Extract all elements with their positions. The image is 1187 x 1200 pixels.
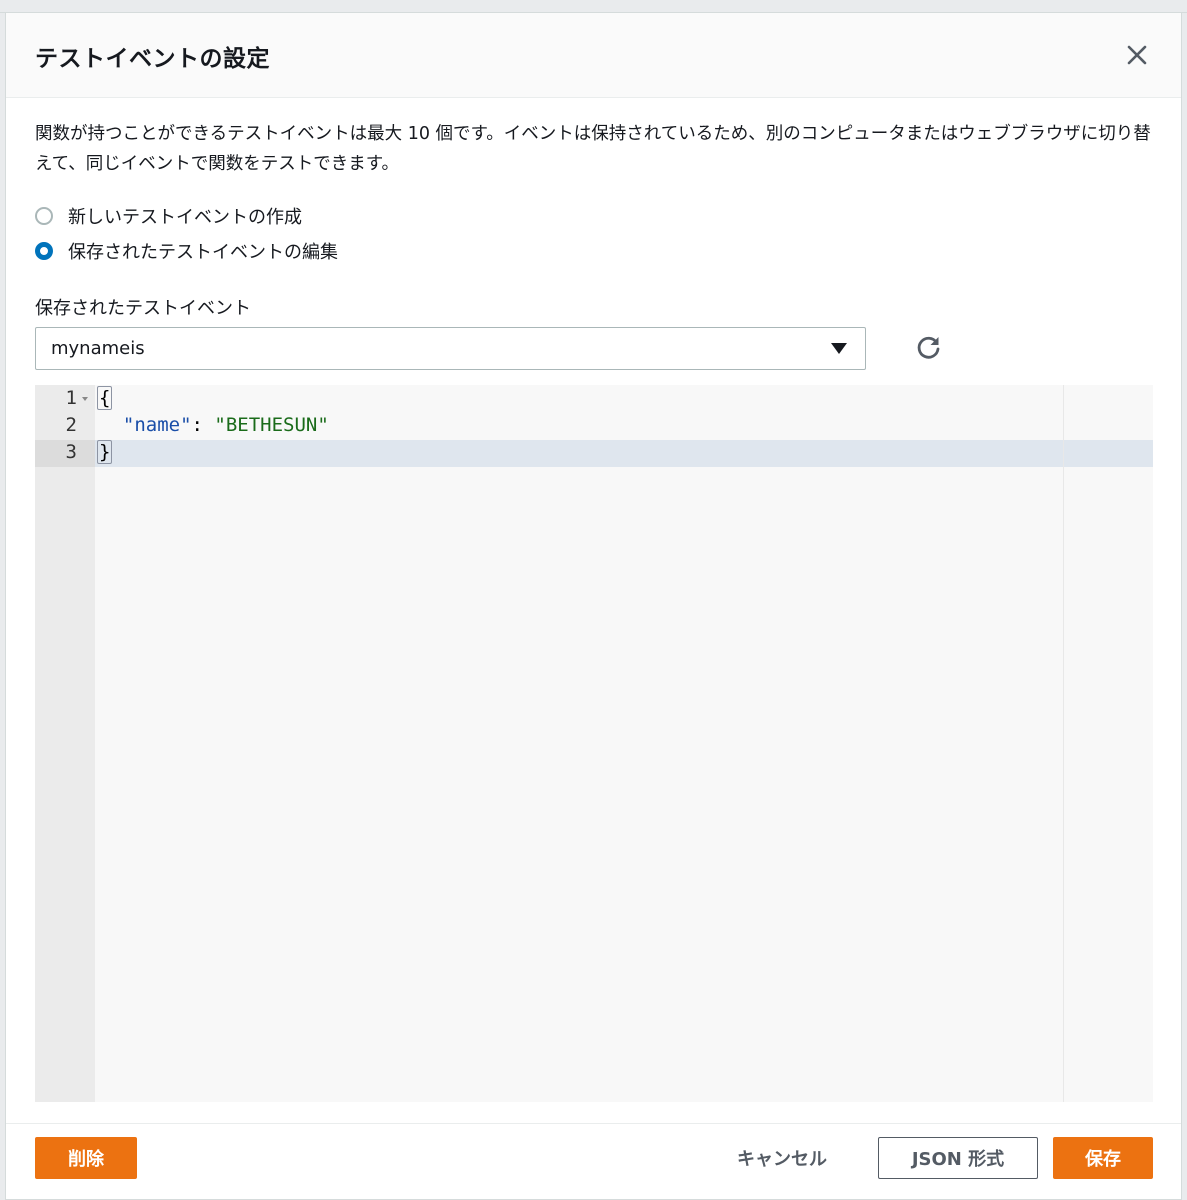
modal-description: 関数が持つことができるテストイベントは最大 10 個です。イベントは保持されてい… [35, 124, 1151, 174]
caret-down-icon [831, 343, 847, 354]
modal-header: テストイベントの設定 [6, 13, 1181, 98]
radio-label-edit-saved: 保存されたテストイベントの編集 [68, 242, 338, 263]
json-key: "name" [122, 414, 192, 436]
selected-event-value: mynameis [51, 338, 145, 359]
editor-gutter [35, 385, 95, 1102]
print-margin [1063, 385, 1064, 1102]
radio-label-create-new: 新しいテストイベントの作成 [68, 207, 302, 228]
json-string-value: "BETHESUN" [214, 414, 329, 436]
code-line-3: } [97, 440, 113, 464]
format-json-button[interactable]: JSON 形式 [878, 1137, 1038, 1179]
radio-button-checked[interactable] [35, 242, 53, 260]
open-brace: { [97, 386, 113, 410]
radio-create-new-event[interactable]: 新しいテストイベントの作成 [35, 203, 302, 229]
radio-button-unchecked[interactable] [35, 207, 53, 225]
saved-event-select[interactable]: mynameis [35, 327, 866, 370]
save-button[interactable]: 保存 [1053, 1137, 1153, 1179]
cancel-button[interactable]: キャンセル [720, 1137, 844, 1179]
code-line-2: "name": "BETHESUN" [100, 414, 329, 436]
active-line-highlight [35, 440, 1153, 467]
json-code-editor[interactable]: 1 2 3 { "name": "BETHESUN" } [35, 385, 1153, 1102]
delete-button[interactable]: 削除 [35, 1137, 137, 1179]
line-number: 3 [65, 441, 77, 463]
close-button[interactable] [1123, 41, 1151, 69]
fold-arrow-icon[interactable] [82, 397, 88, 401]
close-icon [1127, 45, 1147, 65]
refresh-icon [917, 336, 940, 359]
saved-event-label: 保存されたテストイベント [35, 298, 251, 319]
refresh-button[interactable] [914, 333, 944, 363]
footer-divider [6, 1123, 1181, 1124]
line-number: 2 [65, 414, 77, 436]
code-line-1: { [97, 386, 113, 410]
test-event-modal: テストイベントの設定 関数が持つことができるテストイベントは最大 10 個です。… [5, 12, 1182, 1200]
close-brace: } [97, 440, 113, 464]
radio-edit-saved-event[interactable]: 保存されたテストイベントの編集 [35, 238, 338, 264]
json-colon: : [191, 414, 215, 436]
modal-title: テストイベントの設定 [35, 46, 270, 72]
line-number: 1 [65, 387, 77, 409]
